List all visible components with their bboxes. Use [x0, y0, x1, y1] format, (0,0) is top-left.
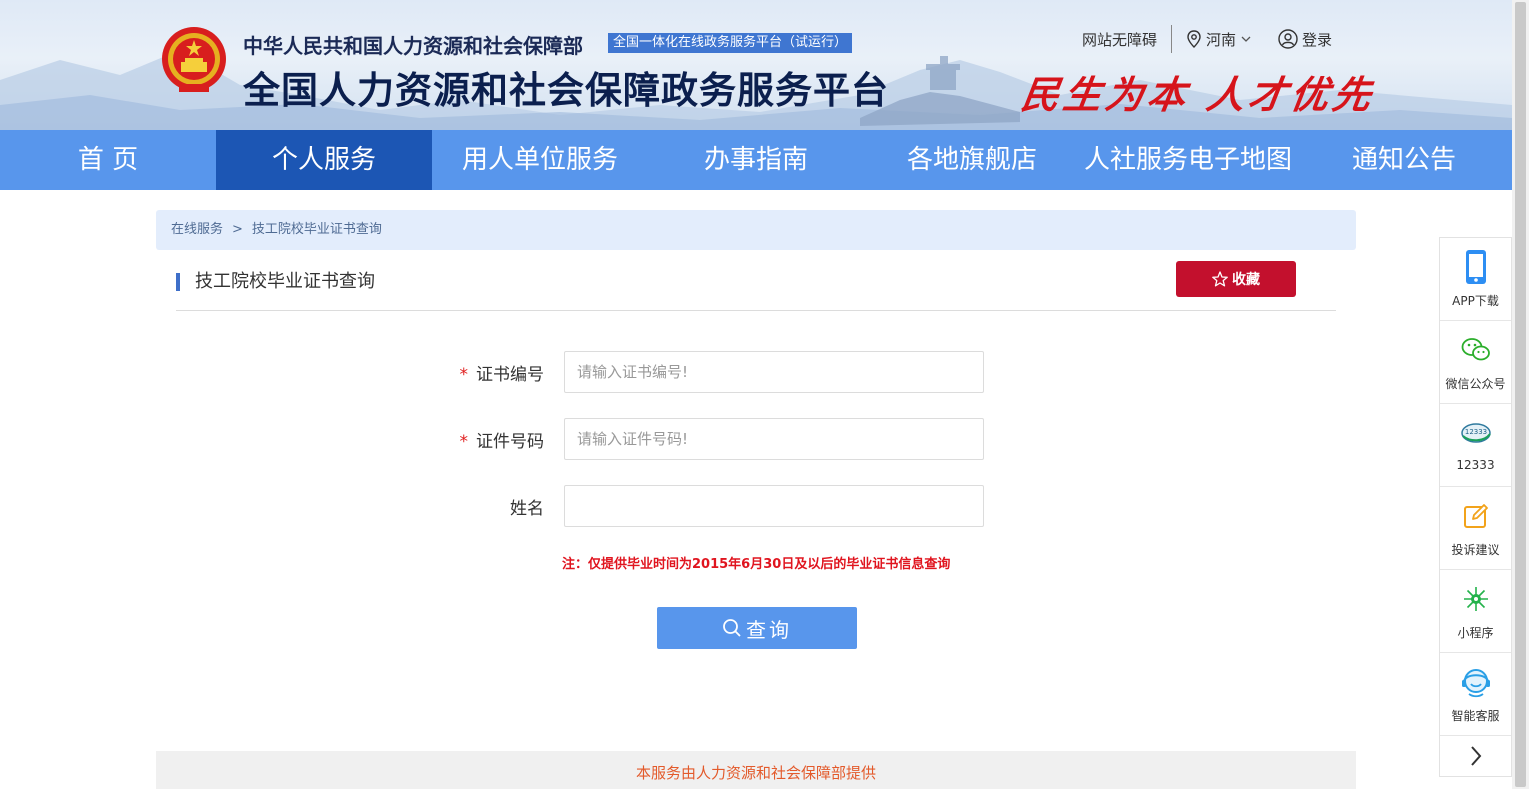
- id-number-input[interactable]: [564, 418, 984, 460]
- favorite-label: 收藏: [1232, 272, 1260, 288]
- side-item-label: APP下载: [1452, 294, 1499, 308]
- location-pin-icon: [1187, 30, 1201, 48]
- chevron-right-icon: [1470, 746, 1481, 766]
- name-label: 姓名: [440, 494, 564, 519]
- site-header: 中华人民共和国人力资源和社会保障部 全国一体化在线政务服务平台（试运行） 全国人…: [0, 0, 1512, 130]
- certificate-number-input[interactable]: [564, 351, 984, 393]
- mini-program-icon: [1463, 587, 1488, 611]
- region-label: 河南: [1205, 30, 1236, 49]
- name-label-text: 姓名: [510, 498, 544, 519]
- svg-text:12333: 12333: [1464, 428, 1486, 436]
- login-label: 登录: [1301, 30, 1332, 49]
- side-item-app-download[interactable]: APP下载: [1440, 238, 1511, 321]
- title-divider: [176, 310, 1336, 311]
- breadcrumb-current[interactable]: 技工院校毕业证书查询: [252, 222, 382, 237]
- side-item-hotline[interactable]: 12333 12333: [1440, 404, 1511, 487]
- id-number-label: * 证件号码: [440, 427, 564, 452]
- footer: 本服务由人力资源和社会保障部提供: [156, 751, 1356, 789]
- side-item-label: 微信公众号: [1445, 377, 1506, 391]
- certificate-number-label: * 证书编号: [440, 360, 564, 385]
- accessibility-link[interactable]: 网站无障碍: [1082, 29, 1157, 50]
- customer-service-icon: [1461, 669, 1490, 698]
- query-note: 注：仅提供毕业时间为2015年6月30日及以后的毕业证书信息查询: [562, 557, 951, 572]
- side-toolbar-collapse[interactable]: [1440, 736, 1511, 776]
- login-link[interactable]: 登录: [1278, 29, 1332, 50]
- footer-text: 本服务由人力资源和社会保障部提供: [635, 764, 876, 782]
- wechat-icon: [1461, 338, 1490, 361]
- side-item-label: 小程序: [1457, 626, 1494, 640]
- query-button[interactable]: 查询: [657, 607, 857, 649]
- page-title: 技工院校毕业证书查询: [176, 270, 375, 294]
- certificate-number-row: * 证书编号: [440, 351, 984, 393]
- top-links-divider: [1170, 25, 1172, 53]
- nav-item-personal-services[interactable]: 个人服务: [216, 130, 432, 190]
- main-nav: 首 页 个人服务 用人单位服务 办事指南 各地旗舰店 人社服务电子地图 通知公告: [0, 130, 1512, 190]
- query-button-label: 查询: [746, 617, 792, 642]
- side-item-wechat[interactable]: 微信公众号: [1440, 321, 1511, 404]
- favorite-button[interactable]: 收藏: [1176, 261, 1296, 297]
- search-icon: [723, 619, 741, 637]
- side-item-label: 智能客服: [1451, 709, 1500, 723]
- nav-item-service-map[interactable]: 人社服务电子地图: [1080, 130, 1296, 190]
- scrollbar-thumb[interactable]: [1515, 2, 1526, 787]
- certificate-number-label-text: 证书编号: [476, 364, 544, 385]
- region-selector[interactable]: 河南: [1186, 29, 1256, 50]
- side-toolbar: APP下载 微信公众号 12333 12333 投诉建议 小程序 智能客服: [1439, 237, 1512, 777]
- nav-item-notices[interactable]: 通知公告: [1296, 130, 1512, 190]
- nav-item-home[interactable]: 首 页: [0, 130, 216, 190]
- side-item-smart-service[interactable]: 智能客服: [1440, 653, 1511, 736]
- slogan: 民生为本 人才优先: [1018, 72, 1378, 117]
- breadcrumb-online-services[interactable]: 在线服务: [171, 222, 223, 237]
- edit-icon: [1463, 504, 1488, 528]
- side-item-label: 投诉建议: [1451, 543, 1500, 557]
- trial-badge: 全国一体化在线政务服务平台（试运行）: [608, 33, 853, 53]
- nav-item-service-guide[interactable]: 办事指南: [648, 130, 864, 190]
- national-emblem-icon: [162, 27, 226, 92]
- id-number-label-text: 证件号码: [476, 431, 544, 452]
- required-mark: *: [459, 431, 469, 452]
- star-icon: [1212, 271, 1228, 287]
- nav-item-regional-stores[interactable]: 各地旗舰店: [864, 130, 1080, 190]
- phone-icon: [1465, 250, 1486, 284]
- ministry-name: 中华人民共和国人力资源和社会保障部: [243, 34, 583, 58]
- top-links: 网站无障碍 河南 登录: [1082, 25, 1332, 53]
- id-number-row: * 证件号码: [440, 418, 984, 460]
- side-item-mini-program[interactable]: 小程序: [1440, 570, 1511, 653]
- chevron-down-icon: [1241, 36, 1251, 42]
- hotline-12333-icon: 12333: [1460, 423, 1491, 443]
- name-row: 姓名: [440, 485, 984, 527]
- breadcrumb-separator: >: [232, 222, 243, 237]
- side-item-label: 12333: [1456, 458, 1495, 472]
- breadcrumb: 在线服务 > 技工院校毕业证书查询: [156, 210, 1356, 250]
- page-scrollbar[interactable]: [1512, 0, 1529, 789]
- accessibility-link-label: 网站无障碍: [1081, 30, 1157, 49]
- user-icon: [1278, 29, 1298, 49]
- side-item-complaint[interactable]: 投诉建议: [1440, 487, 1511, 570]
- nav-item-employer-services[interactable]: 用人单位服务: [432, 130, 648, 190]
- platform-title: 全国人力资源和社会保障政务服务平台: [243, 69, 889, 112]
- name-input[interactable]: [564, 485, 984, 527]
- required-mark: *: [459, 364, 469, 385]
